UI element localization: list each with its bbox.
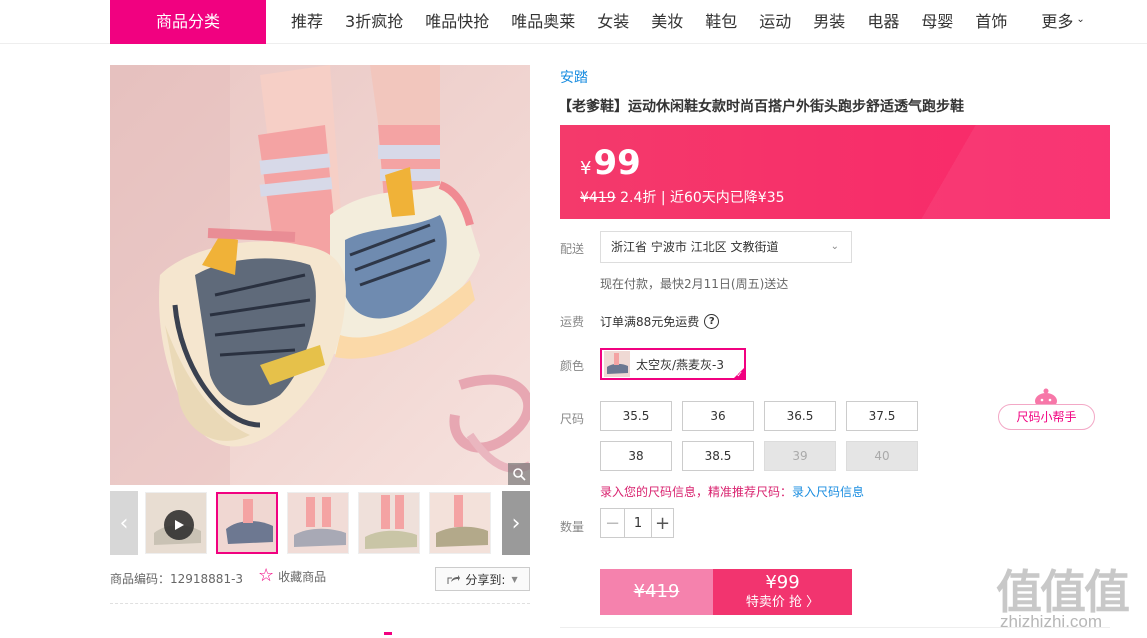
price-details: ¥419 2.4折 | 近60天内已降¥35 bbox=[580, 187, 785, 207]
divider bbox=[110, 603, 530, 604]
size-option[interactable]: 38.5 bbox=[682, 441, 754, 471]
play-icon bbox=[164, 510, 194, 540]
buy-sale-price: ¥99 bbox=[765, 572, 800, 593]
discount-rate: 2.4折 bbox=[620, 190, 657, 206]
quantity-decrease-button[interactable]: − bbox=[601, 509, 625, 537]
nav-link-flash[interactable]: 唯品快抢 bbox=[414, 0, 500, 44]
size-tip-link[interactable]: 录入尺码信息 bbox=[792, 485, 864, 499]
thumbnail-2[interactable] bbox=[287, 492, 349, 554]
thumb-next-button[interactable]: › bbox=[502, 491, 530, 555]
size-option[interactable]: 36 bbox=[682, 401, 754, 431]
original-price: ¥419 bbox=[580, 190, 616, 206]
nav-link-outlet[interactable]: 唯品奥莱 bbox=[500, 0, 586, 44]
size-option[interactable]: 37.5 bbox=[846, 401, 918, 431]
check-icon: ✓ bbox=[736, 370, 743, 379]
thumbnail-video[interactable] bbox=[145, 492, 207, 554]
category-button[interactable]: 商品分类 bbox=[110, 0, 266, 44]
shipping-text: 订单满88元免运费 bbox=[600, 315, 700, 329]
watermark-url: zhizhizhi.com bbox=[1000, 612, 1103, 631]
favorite-label: 收藏商品 bbox=[278, 569, 327, 584]
chevron-down-icon: ⌄ bbox=[830, 241, 839, 252]
color-option-selected[interactable]: 太空灰/燕麦灰-3 ✓ bbox=[600, 348, 746, 380]
delivery-estimate: 现在付款，最快2月11日(周五)送达 bbox=[600, 277, 789, 291]
nav-link-shoes-bags[interactable]: 鞋包 bbox=[694, 0, 748, 44]
size-label: 尺码 bbox=[560, 412, 585, 426]
nav-link-beauty[interactable]: 美妆 bbox=[640, 0, 694, 44]
currency-symbol: ¥ bbox=[580, 158, 592, 179]
nav-link-30off[interactable]: 3折疯抢 bbox=[334, 0, 414, 44]
nav-link-jewelry[interactable]: 首饰 bbox=[964, 0, 1018, 44]
nav-link-recommend[interactable]: 推荐 bbox=[280, 0, 334, 44]
nav-link-baby[interactable]: 母婴 bbox=[910, 0, 964, 44]
thumb-prev-button[interactable]: ‹ bbox=[110, 491, 138, 555]
share-dropdown[interactable]: 分享到: ▼ bbox=[435, 567, 530, 591]
price-drop-note: | 近60天内已降¥35 bbox=[660, 190, 785, 206]
shipping-info: 订单满88元免运费 ? bbox=[600, 313, 720, 330]
color-option-label: 太空灰/燕麦灰-3 bbox=[636, 357, 725, 372]
favorite-button[interactable]: ☆ 收藏商品 bbox=[258, 566, 326, 586]
color-label: 颜色 bbox=[560, 359, 585, 373]
quantity-label: 数量 bbox=[560, 520, 585, 534]
nav-link-sports[interactable]: 运动 bbox=[748, 0, 802, 44]
nav-link-men[interactable]: 男装 bbox=[802, 0, 856, 44]
current-price-value: 99 bbox=[593, 143, 641, 183]
nav-more-label: 更多 bbox=[1041, 12, 1074, 31]
nav-more[interactable]: 更多 ⌄ bbox=[1030, 0, 1095, 44]
color-swatch-image bbox=[604, 351, 630, 377]
chevron-down-icon: ⌄ bbox=[1076, 14, 1085, 25]
delivery-label: 配送 bbox=[560, 242, 585, 256]
product-title: 【老爹鞋】运动休闲鞋女款时尚百搭户外街头跑步舒适透气跑步鞋 bbox=[558, 99, 964, 115]
caret-down-icon: ▼ bbox=[511, 574, 518, 584]
share-icon bbox=[447, 575, 461, 584]
size-option-unavailable: 39 bbox=[764, 441, 836, 471]
sneaker-photo bbox=[110, 65, 530, 485]
main-product-image[interactable] bbox=[110, 65, 530, 485]
star-icon: ☆ bbox=[258, 565, 275, 586]
address-select[interactable]: 浙江省 宁波市 江北区 文教街道 ⌄ bbox=[600, 231, 852, 263]
thumbnail-3[interactable] bbox=[358, 492, 420, 554]
size-tip-text: 录入您的尺码信息，精准推荐尺码： bbox=[600, 485, 793, 499]
quantity-stepper: − 1 + bbox=[600, 508, 674, 538]
address-value: 浙江省 宁波市 江北区 文教街道 bbox=[611, 240, 779, 254]
shipping-label: 运费 bbox=[560, 315, 585, 329]
size-tip: 录入您的尺码信息，精准推荐尺码：录入尺码信息 bbox=[600, 483, 864, 500]
decorative-mark bbox=[384, 632, 392, 635]
size-option[interactable]: 35.5 bbox=[600, 401, 672, 431]
chevron-right-icon: › bbox=[511, 510, 521, 536]
nav-links: 推荐 3折疯抢 唯品快抢 唯品奥莱 女装 美妆 鞋包 运动 男装 电器 母婴 首… bbox=[280, 0, 1096, 44]
size-option-unavailable: 40 bbox=[846, 441, 918, 471]
thumbnail-1[interactable] bbox=[216, 492, 278, 554]
buy-original-price: ¥419 bbox=[633, 581, 680, 602]
price-panel: ¥ 99 ¥419 2.4折 | 近60天内已降¥35 bbox=[560, 125, 1110, 219]
quantity-input[interactable]: 1 bbox=[625, 509, 651, 537]
thumbnail-4[interactable] bbox=[429, 492, 491, 554]
brand-link[interactable]: 安踏 bbox=[560, 67, 588, 87]
buy-now-button[interactable]: ¥99 特卖价 抢 〉 bbox=[713, 569, 852, 615]
size-option[interactable]: 38 bbox=[600, 441, 672, 471]
size-option[interactable]: 36.5 bbox=[764, 401, 836, 431]
site-watermark: 值值值 zhizhizhi.com bbox=[996, 556, 1141, 636]
help-icon[interactable]: ? bbox=[704, 314, 720, 329]
top-nav: 商品分类 推荐 3折疯抢 唯品快抢 唯品奥莱 女装 美妆 鞋包 运动 男装 电器… bbox=[0, 0, 1147, 44]
nav-link-appliances[interactable]: 电器 bbox=[856, 0, 910, 44]
price-panel-decoration bbox=[850, 125, 1110, 219]
current-price: ¥ 99 bbox=[580, 143, 641, 183]
nav-link-women[interactable]: 女装 bbox=[586, 0, 640, 44]
product-sku: 商品编码：12918881-3 bbox=[110, 572, 244, 586]
size-helper-button[interactable]: 尺码小帮手 bbox=[998, 404, 1095, 430]
chevron-left-icon: ‹ bbox=[119, 510, 129, 536]
original-price-block: ¥419 bbox=[600, 569, 713, 615]
quantity-increase-button[interactable]: + bbox=[651, 509, 673, 537]
zoom-icon[interactable] bbox=[508, 463, 530, 485]
thumbnail-strip: ‹ › bbox=[110, 491, 530, 555]
buy-action-label: 特卖价 抢 〉 bbox=[745, 595, 820, 610]
share-label: 分享到: bbox=[465, 572, 506, 587]
